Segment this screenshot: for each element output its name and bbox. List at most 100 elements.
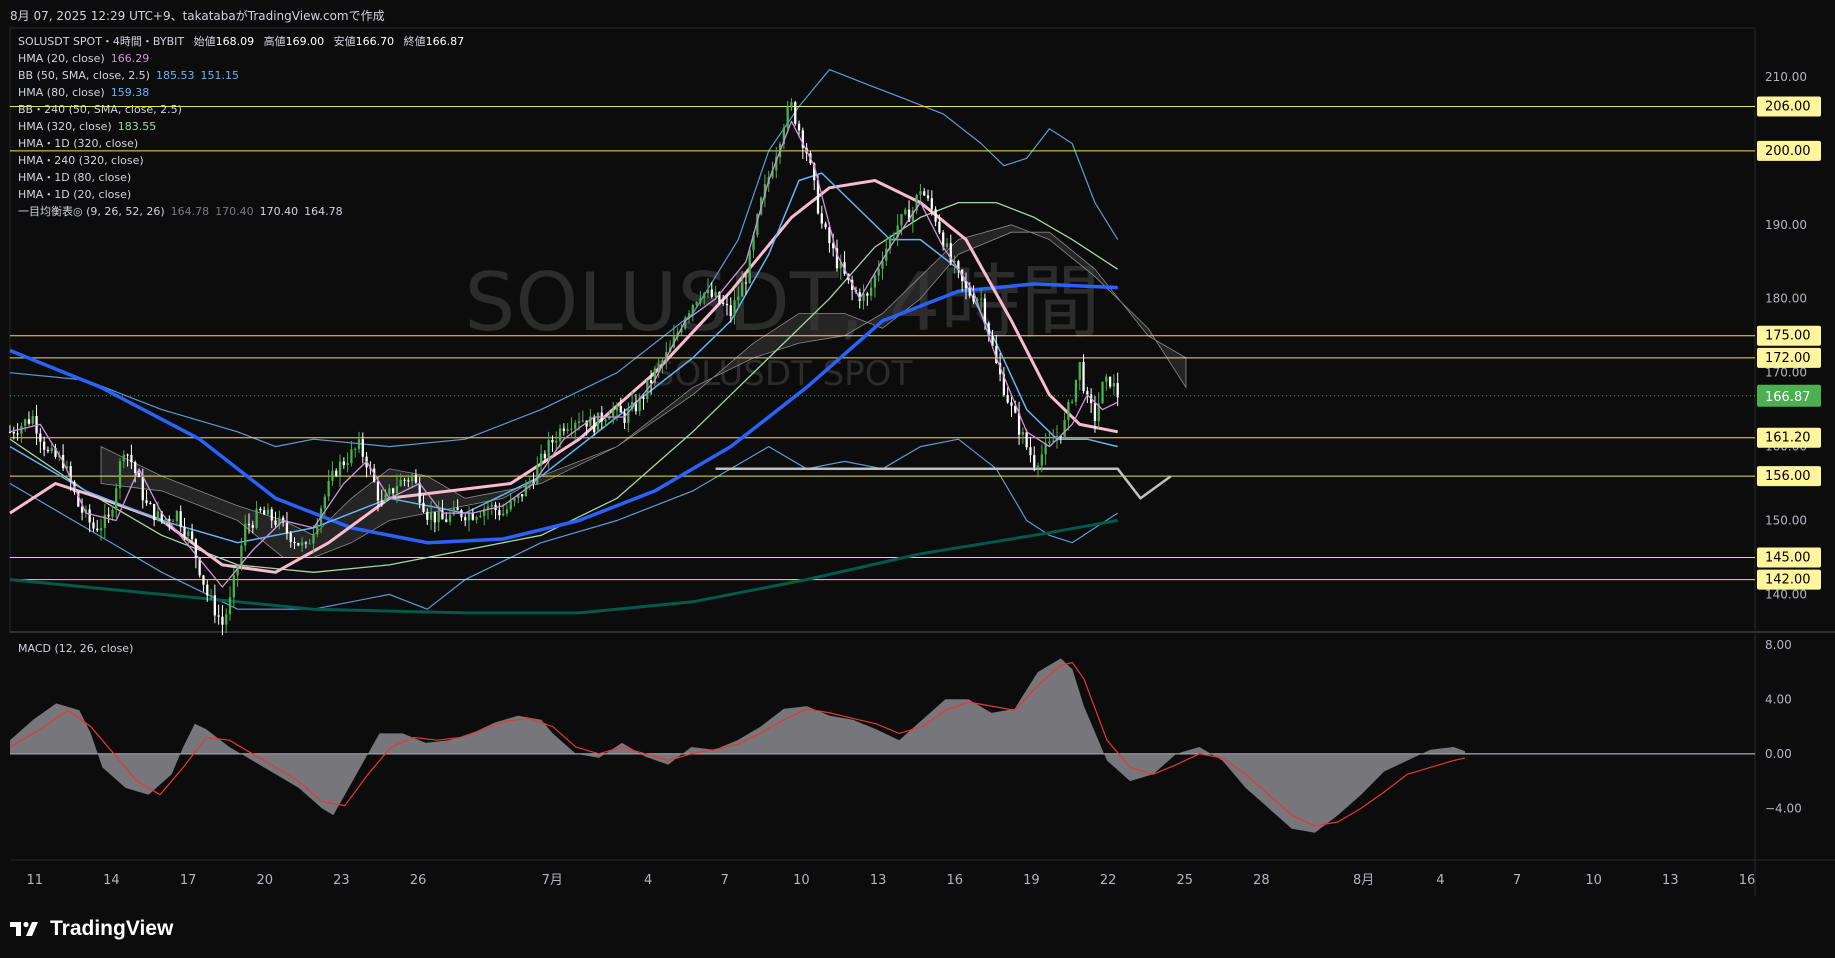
x-tick-label: 14 — [103, 873, 120, 888]
candle-body — [820, 213, 823, 224]
symbol-row[interactable]: SOLUSDT SPOT・4時間・BYBIT 始値168.09 高値169.00… — [18, 33, 464, 50]
indicator-value: 170.40 — [215, 205, 254, 218]
candle-body — [251, 525, 254, 528]
indicator-row[interactable]: HMA・240 (320, close) — [18, 152, 464, 169]
candle-body — [316, 524, 319, 534]
indicator-row[interactable]: HMA・1D (20, close) — [18, 186, 464, 203]
candle-body — [923, 191, 926, 196]
candle-body — [612, 410, 615, 417]
candle-body — [926, 195, 930, 199]
indicator-row[interactable]: HMA (80, close) 159.38 — [18, 84, 464, 101]
candle-body — [691, 305, 694, 314]
x-tick-label: 26 — [410, 873, 427, 888]
candle-body — [103, 514, 106, 528]
indicator-row[interactable]: HMA (20, close) 166.29 — [18, 50, 464, 67]
candle-body — [263, 510, 266, 515]
indicator-row[interactable]: BB (50, SMA, close, 2.5) 185.53 151.15 — [18, 67, 464, 84]
candle-body — [354, 448, 357, 450]
candle-body — [445, 519, 448, 522]
x-tick-label: 20 — [257, 873, 274, 888]
candle-body — [46, 449, 50, 452]
low-label: 安値 — [333, 35, 356, 48]
x-tick-label: 16 — [947, 873, 964, 888]
candle-body — [509, 501, 512, 510]
indicator-row[interactable]: BB・240 (50, SMA, close, 2.5) — [18, 101, 464, 118]
indicator-name: 一目均衡表◎ (9, 26, 52, 26) — [18, 205, 165, 218]
candle-body — [145, 500, 148, 504]
candle-body — [619, 406, 622, 413]
candle-body — [209, 595, 213, 597]
candle-body — [972, 295, 975, 302]
x-tick-label: 7 — [1513, 873, 1521, 888]
candle-body — [99, 527, 103, 531]
candle-body — [900, 214, 903, 226]
tradingview-logo[interactable]: TradingView — [10, 917, 173, 941]
candle-body — [403, 479, 406, 481]
candle-body — [581, 420, 584, 422]
candle-body — [153, 504, 156, 520]
candle-body — [930, 198, 933, 210]
price-label-text: 206.00 — [1765, 100, 1811, 115]
price-label-text: 172.00 — [1765, 351, 1811, 366]
candle-body — [426, 511, 429, 520]
candle-body — [43, 441, 46, 450]
indicator-value: 159.38 — [110, 86, 150, 99]
symbol-label: SOLUSDT SPOT・4時間・BYBIT — [18, 35, 185, 48]
candle-body — [536, 465, 539, 485]
candle-body — [24, 419, 27, 426]
indicator-value: 164.78 — [304, 205, 343, 218]
candle-body — [744, 282, 748, 284]
x-tick-label: 13 — [1662, 873, 1679, 888]
candle-body — [255, 508, 258, 528]
candle-body — [171, 520, 175, 522]
candle-body — [547, 439, 550, 459]
candle-body — [270, 509, 273, 521]
candle-body — [175, 511, 179, 521]
candle-body — [376, 481, 380, 501]
candle-body — [357, 439, 361, 449]
candle-body — [429, 512, 433, 520]
candle-body — [327, 480, 330, 497]
macd-y-tick-label: 4.00 — [1765, 692, 1792, 706]
candle-body — [388, 488, 391, 495]
x-tick-label: 16 — [1739, 873, 1756, 888]
candle-body — [1078, 362, 1081, 380]
indicator-row[interactable]: HMA・1D (80, close) — [18, 169, 464, 186]
candle-body — [88, 509, 91, 523]
candle-body — [543, 453, 547, 459]
indicator-value: 170.40 — [259, 205, 299, 218]
candle-body — [1025, 432, 1028, 448]
candle-body — [873, 275, 877, 288]
indicator-value: 166.29 — [110, 52, 150, 65]
candle-body — [1082, 362, 1085, 392]
candle-body — [710, 289, 713, 297]
candle-body — [149, 503, 152, 505]
candle-body — [96, 528, 99, 531]
macd-title[interactable]: MACD (12, 26, close) — [18, 642, 133, 655]
indicator-row[interactable]: 一目均衡表◎ (9, 26, 52, 26) 164.78 170.40 170.40… — [18, 203, 464, 220]
candle-body — [16, 433, 19, 435]
candle-body — [190, 531, 194, 540]
indicator-row[interactable]: HMA・1D (320, close) — [18, 135, 464, 152]
candle-body — [111, 509, 114, 517]
candle-body — [1086, 391, 1089, 395]
candle-body — [289, 532, 292, 543]
high-value: 169.00 — [285, 35, 325, 48]
indicator-row[interactable]: HMA (320, close) 183.55 — [18, 118, 464, 135]
candle-body — [183, 526, 186, 536]
candle-body — [115, 488, 118, 510]
candle-body — [490, 504, 493, 507]
candle-body — [433, 512, 437, 523]
candle-body — [1040, 454, 1043, 466]
candle-body — [790, 102, 793, 108]
candle-body — [217, 615, 220, 617]
candle-body — [232, 575, 235, 598]
candle-body — [562, 428, 565, 432]
candle-body — [714, 292, 717, 297]
x-tick-label: 19 — [1023, 873, 1040, 888]
price-label-text: 142.00 — [1765, 573, 1811, 588]
candle-body — [748, 250, 751, 284]
candle-body — [945, 243, 949, 248]
candle-body — [213, 595, 216, 616]
x-tick-label: 13 — [870, 873, 887, 888]
